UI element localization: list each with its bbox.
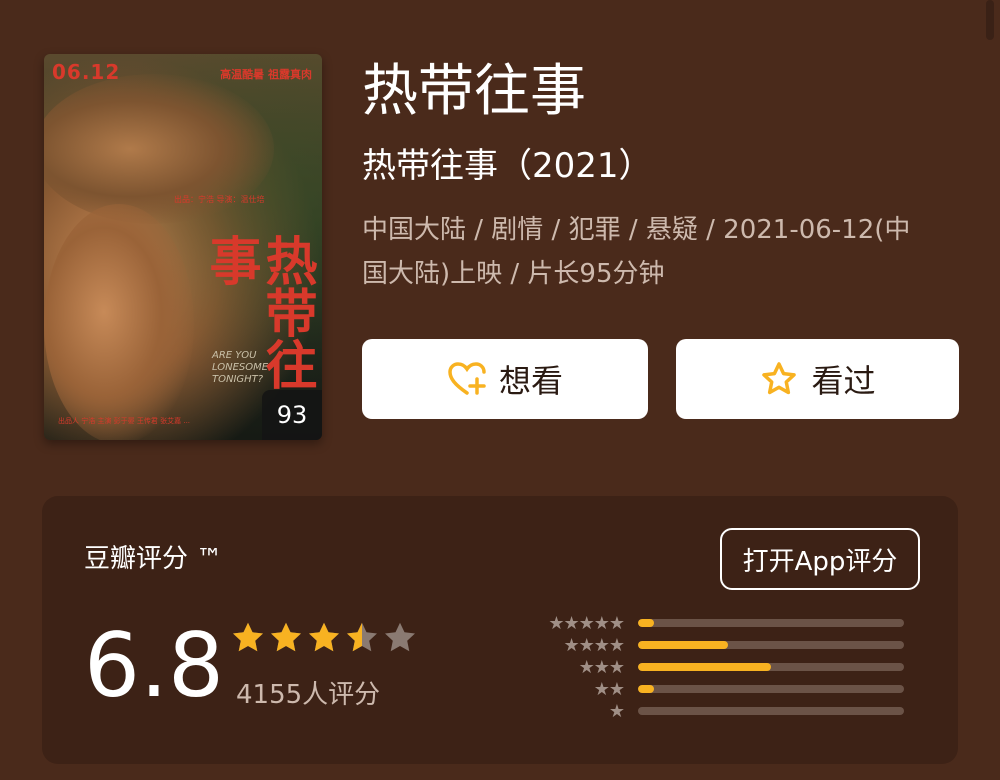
poster-tagline: 高温酷暑 祖露真肉 [220,68,312,81]
star-full-icon [271,622,301,652]
distribution-stars-label: ★★★★ [563,634,625,656]
distribution-bar-track [638,619,904,627]
scroll-indicator[interactable] [986,0,994,40]
distribution-bar-track [638,663,904,671]
distribution-bar-track [638,707,904,715]
distribution-row: ★★★ [542,656,922,678]
want-to-watch-label: 想看 [498,362,563,400]
movie-title: 热带往事 [362,59,586,124]
distribution-row: ★★ [542,678,922,700]
distribution-bar-fill [638,685,654,693]
distribution-bar-fill [638,641,729,649]
poster-score-badge: 93 [262,390,322,440]
distribution-bar-fill [638,663,771,671]
distribution-stars-label: ★★★ [578,656,625,678]
movie-poster[interactable]: 06.12 高温酷暑 祖露真肉 出品：宁浩 导演：温仕培 热带往事 ARE YO… [44,54,322,440]
star-outline-icon [759,359,799,399]
watched-label: 看过 [811,362,876,400]
want-to-watch-button[interactable]: 想看 [362,339,648,419]
distribution-bar-track [638,685,904,693]
star-empty-icon [385,622,415,652]
poster-title-en: ARE YOU LONESOME TONIGHT? [212,350,269,385]
rating-label: 豆瓣评分 ™ [84,544,223,574]
star-full-icon [233,622,263,652]
heart-plus-icon [447,359,487,399]
distribution-stars-label: ★ [608,700,625,722]
open-app-rate-button[interactable]: 打开App评分 [720,528,920,590]
distribution-stars-label: ★★ [593,678,625,700]
movie-meta: 中国大陆 / 剧情 / 犯罪 / 悬疑 / 2021-06-12(中国大陆)上映… [362,215,911,289]
star-full-icon [309,622,339,652]
distribution-bar-track [638,641,904,649]
rating-stars [230,620,418,656]
rating-distribution: ★★★★★ ★★★★ ★★★ ★★ ★ [542,612,922,722]
star-half-icon [347,622,377,652]
poster-artwork-face [44,204,194,440]
distribution-bar-fill [638,619,654,627]
rating-card: 豆瓣评分 ™ 打开App评分 6.8 4155人评分 ★★★★★ ★★★★ ★★★ ★… [42,496,958,764]
distribution-stars-label: ★★★★★ [548,612,625,634]
movie-subtitle: 热带往事（2021） [362,146,653,186]
rating-score: 6.8 [84,614,224,717]
distribution-row: ★★★★ [542,634,922,656]
movie-detail-page: 06.12 高温酷暑 祖露真肉 出品：宁浩 导演：温仕培 热带往事 ARE YO… [0,0,1000,780]
watched-button[interactable]: 看过 [676,339,959,419]
distribution-row: ★ [542,700,922,722]
poster-date: 06.12 [52,60,121,84]
rating-count: 4155人评分 [236,680,381,710]
distribution-row: ★★★★★ [542,612,922,634]
poster-director-credit: 出品：宁浩 导演：温仕培 [174,195,265,204]
